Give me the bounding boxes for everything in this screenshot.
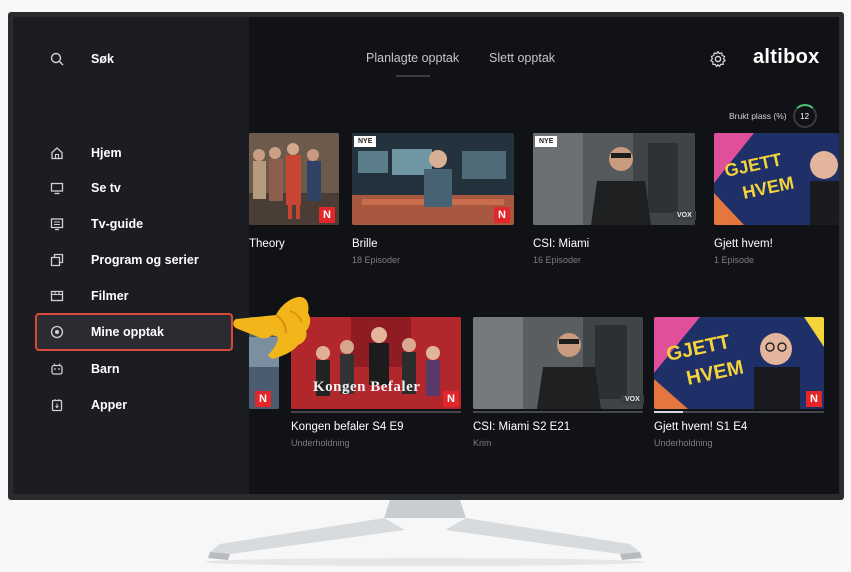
sidebar-item-hjem[interactable]: Hjem [37, 135, 233, 171]
channel-badge: VOX [673, 211, 696, 220]
sidebar-item-label: Mine opptak [91, 325, 164, 339]
card-title: Theory [249, 238, 285, 250]
provider-badge: N [806, 391, 822, 407]
sidebar-item-mine-opptak[interactable]: Mine opptak [35, 313, 233, 351]
provider-badge: N [443, 391, 459, 407]
guide-icon [47, 214, 67, 234]
tab-label: Slett opptak [489, 51, 556, 65]
sidebar-item-tv-guide[interactable]: Tv-guide [37, 206, 233, 242]
storage-value: 12 [800, 111, 810, 121]
pointing-hand-icon [232, 289, 312, 374]
card-title: Gjett hvem! S1 E4 [654, 421, 748, 433]
sidebar-item-label: Tv-guide [91, 217, 144, 231]
sidebar-item-label: Program og serier [91, 253, 199, 267]
watch-progress [654, 411, 824, 413]
sidebar-item-barn[interactable]: Barn [37, 351, 233, 387]
settings-button[interactable] [709, 50, 727, 73]
sidebar: Søk Hjem Se tv Tv-guide Program og serie [13, 17, 249, 494]
storage-label: Brukt plass (%) [729, 111, 787, 121]
watch-progress [473, 411, 643, 413]
tv-icon [47, 178, 67, 198]
card-subtitle: Underholdning [291, 438, 350, 448]
card-title: CSI: Miami S2 E21 [473, 421, 571, 433]
provider-badge: N [255, 391, 271, 407]
thumbnail-illustration [473, 317, 643, 409]
thumbnail-title-text: Kongen Befaler [313, 379, 421, 395]
watch-progress-fill [654, 411, 683, 413]
tab-indicator [395, 75, 430, 77]
new-badge: NYE [354, 136, 377, 147]
sidebar-item-label: Se tv [91, 181, 121, 195]
card-subtitle: 18 Episoder [352, 255, 401, 265]
apps-icon [47, 395, 67, 415]
tab-planlagte-opptak[interactable]: Planlagte opptak [366, 51, 460, 77]
kids-icon [47, 359, 67, 379]
record-icon [47, 322, 67, 342]
provider-badge: N [319, 207, 335, 223]
sidebar-item-se-tv[interactable]: Se tv [37, 170, 233, 206]
sidebar-item-filmer[interactable]: Filmer [37, 278, 233, 314]
storage-ring: 12 [792, 104, 817, 128]
card-title: Brille [352, 238, 378, 250]
thumbnail-illustration: GJETT HVEM [714, 133, 839, 225]
sidebar-item-label: Barn [91, 362, 120, 376]
card-title: Kongen befaler S4 E9 [291, 421, 404, 433]
storage-indicator: Brukt plass (%) 12 [729, 104, 817, 128]
sidebar-item-apper[interactable]: Apper [37, 387, 233, 423]
card-subtitle: 1 Episode [714, 255, 755, 265]
search-label: Søk [91, 52, 114, 66]
watch-progress [291, 411, 461, 413]
tab-label: Planlagte opptak [366, 51, 460, 65]
sidebar-item-label: Hjem [91, 146, 122, 160]
channel-badge: VOX [621, 395, 644, 404]
card-title: CSI: Miami [533, 238, 590, 250]
search-icon [47, 49, 67, 69]
card-subtitle: Underholdning [654, 438, 713, 448]
search-button[interactable]: Søk [37, 41, 233, 77]
tv-stand [190, 500, 660, 572]
provider-badge: N [494, 207, 510, 223]
home-icon [47, 143, 67, 163]
card-thumbnail [473, 317, 643, 409]
tv-screen: Søk Hjem Se tv Tv-guide Program og serie [13, 17, 839, 494]
card-title: Gjett hvem! [714, 238, 773, 250]
sidebar-item-label: Filmer [91, 289, 129, 303]
brand-logo: altibox [753, 46, 820, 68]
tab-slett-opptak[interactable]: Slett opptak [489, 51, 555, 65]
card-thumbnail: GJETT HVEM [654, 317, 824, 409]
sidebar-item-program-og-serier[interactable]: Program og serier [37, 242, 233, 278]
card-thumbnail: GJETT HVEM [714, 133, 839, 225]
thumbnail-illustration: GJETT HVEM [654, 317, 824, 409]
card-subtitle: Krim [473, 438, 492, 448]
copies-icon [47, 250, 67, 270]
new-badge: NYE [535, 136, 558, 147]
film-icon [47, 286, 67, 306]
card-subtitle: 16 Episoder [533, 255, 582, 265]
sidebar-item-label: Apper [91, 398, 128, 412]
gear-icon [710, 50, 726, 68]
